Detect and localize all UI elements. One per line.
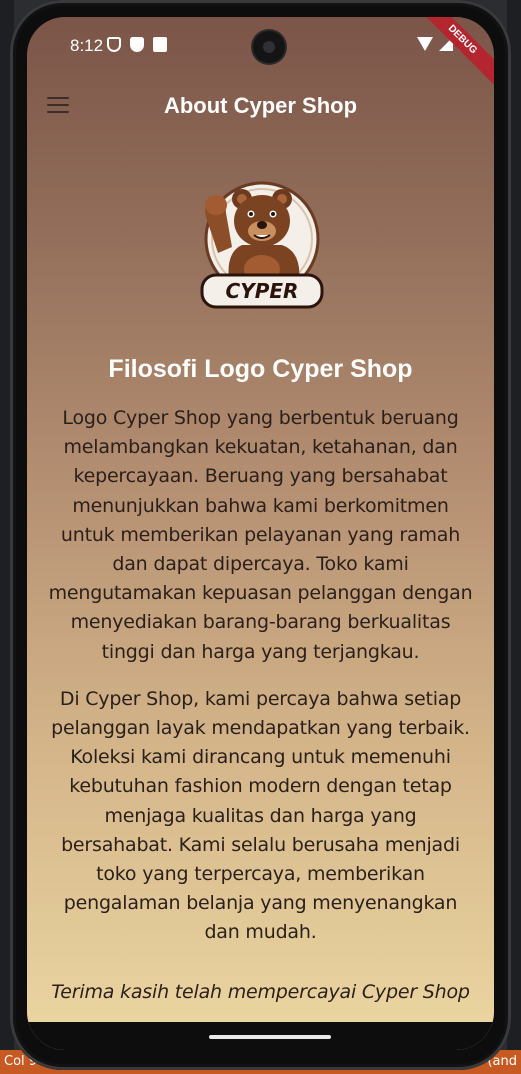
status-time: 8:12 [70, 36, 104, 55]
shield-icon [107, 37, 121, 52]
paragraph-philosophy: Logo Cyper Shop yang berbentuk beruang m… [48, 407, 473, 663]
app-bar: About Cyper Shop [27, 73, 494, 137]
sd-card-icon [153, 37, 167, 52]
page-title: About Cyper Shop [163, 93, 358, 118]
front-camera [253, 31, 285, 63]
closing-text: Terima kasih telah mempercayai Cyper Sho… [51, 980, 470, 1003]
vpn-icon [130, 37, 144, 52]
about-content: Filosofi Logo Cyper Shop Logo Cyper Shop… [47, 355, 474, 1025]
status-bar: 8:12 DEBUG [27, 17, 494, 89]
paragraph-mission: Di Cyper Shop, kami percaya bahwa setiap… [51, 687, 470, 944]
status-left-icons [107, 37, 167, 52]
phone-frame: 8:12 DEBUG About Cyper Shop CYPER Filoso… [10, 0, 511, 1070]
home-indicator[interactable] [209, 1035, 331, 1039]
section-heading: Filosofi Logo Cyper Shop [108, 355, 413, 383]
app-screen: 8:12 DEBUG About Cyper Shop CYPER Filoso… [27, 17, 494, 1050]
logo-wordmark: CYPER [226, 279, 299, 303]
wifi-icon [417, 37, 433, 51]
bear-logo: CYPER [200, 181, 324, 309]
